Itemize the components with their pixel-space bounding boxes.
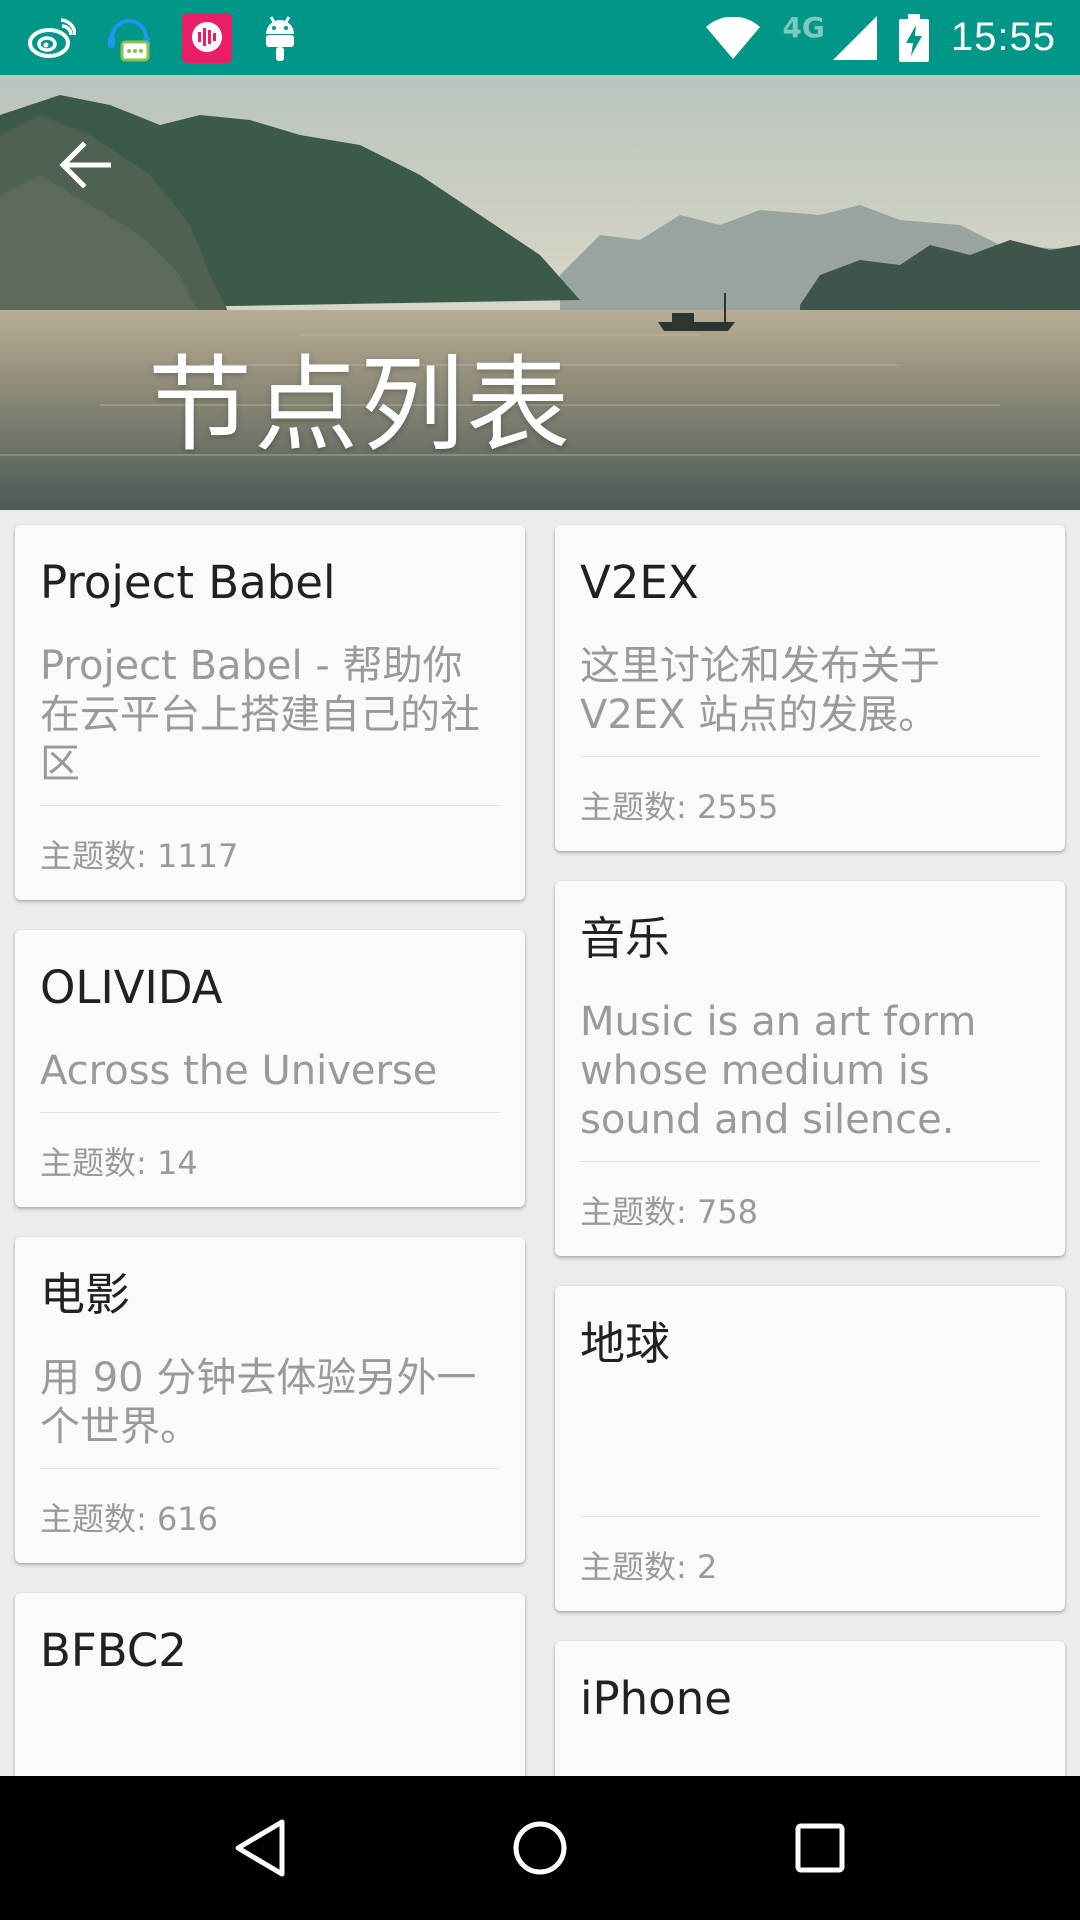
node-description: 用 90 分钟去体验另外一个世界。 (40, 1354, 500, 1469)
node-topic-count: 主题数: 616 (40, 1500, 219, 1538)
nav-back-icon (235, 1819, 285, 1877)
node-title: 音乐 (580, 912, 671, 965)
node-description: Music is an art form whose medium is sou… (580, 998, 1040, 1162)
node-description: 这里讨论和发布关于 V2EX 站点的发展。 (580, 642, 1040, 757)
nav-home-button[interactable] (480, 1788, 600, 1908)
node-column-right: V2EX 这里讨论和发布关于 V2EX 站点的发展。 主题数: 2555 音乐 … (555, 525, 1065, 1776)
node-card[interactable]: 音乐 Music is an art form whose medium is … (555, 881, 1065, 1256)
node-topic-count: 主题数: 2555 (580, 788, 779, 826)
network-type-label: 4G (782, 11, 825, 44)
node-title: Project Babel (40, 556, 336, 609)
node-title: V2EX (580, 556, 699, 609)
back-button[interactable] (40, 120, 130, 210)
node-title: iPhone (580, 1672, 732, 1725)
battery-charging-icon (898, 13, 929, 62)
weibo-icon (28, 17, 76, 58)
node-card[interactable]: 电影 用 90 分钟去体验另外一个世界。 主题数: 616 (15, 1237, 525, 1563)
android-icon (266, 15, 294, 61)
nav-home-icon (513, 1821, 567, 1875)
page-title: 节点列表 (148, 344, 573, 466)
node-topic-count: 主题数: 758 (580, 1193, 759, 1231)
chat-assistant-icon (108, 18, 150, 61)
nav-recents-icon (795, 1823, 845, 1873)
node-list: Project Babel Project Babel - 帮助你在云平台上搭建… (0, 510, 1080, 1776)
arrow-back-icon (59, 141, 111, 189)
node-column-left: Project Babel Project Babel - 帮助你在云平台上搭建… (15, 525, 525, 1776)
node-card[interactable]: 地球 主题数: 2 (555, 1286, 1065, 1611)
node-card[interactable]: BFBC2 (15, 1593, 525, 1776)
node-topic-count: 主题数: 14 (40, 1144, 198, 1182)
header-banner: 节点列表 (0, 75, 1080, 510)
voice-app-icon (182, 12, 232, 63)
wifi-icon (706, 16, 761, 59)
node-title: 电影 (40, 1268, 131, 1321)
node-description: Across the Universe (40, 1047, 500, 1113)
node-card[interactable]: iPhone (555, 1641, 1065, 1776)
node-card[interactable]: Project Babel Project Babel - 帮助你在云平台上搭建… (15, 525, 525, 900)
node-topic-count: 主题数: 1117 (40, 837, 239, 875)
node-topic-count: 主题数: 2 (580, 1548, 718, 1586)
cell-signal-icon (832, 15, 877, 60)
nav-back-button[interactable] (200, 1788, 320, 1908)
nav-recents-button[interactable] (760, 1788, 880, 1908)
node-card[interactable]: V2EX 这里讨论和发布关于 V2EX 站点的发展。 主题数: 2555 (555, 525, 1065, 851)
node-title: 地球 (580, 1317, 671, 1370)
node-title: OLIVIDA (40, 961, 223, 1014)
clock: 15:55 (950, 15, 1056, 59)
node-card[interactable]: OLIVIDA Across the Universe 主题数: 14 (15, 930, 525, 1207)
system-navigation-bar (0, 1776, 1080, 1920)
node-description: Project Babel - 帮助你在云平台上搭建自己的社区 (40, 642, 500, 806)
node-title: BFBC2 (40, 1624, 187, 1677)
node-description (580, 1403, 1040, 1517)
status-bar: 4G 15:55 (0, 0, 1080, 75)
